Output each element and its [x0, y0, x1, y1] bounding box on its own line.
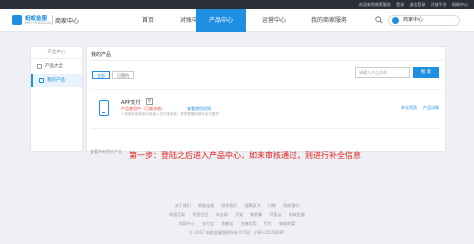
nav-operations[interactable]: 运营中心 [252, 9, 296, 32]
sidebar-item-label: 产品大全 [45, 64, 63, 69]
sidebar-item-my-products[interactable]: 我的产品 [31, 74, 82, 87]
footer-link[interactable]: 蚂蚁财富 [279, 221, 295, 226]
title-divider [87, 60, 445, 61]
footer-link[interactable]: 联系我们 [221, 203, 237, 208]
footer-row-3: 网国中心 支付宝 余额宝 芝麻信用 钉钉 蚂蚁财富 [0, 221, 474, 227]
product-row: APP支付 签 产品使用中（已被冻结） 查看使用须知 1.快速安装商家应用接入支… [91, 89, 441, 129]
footer-link[interactable]: 天猫 [235, 212, 243, 217]
signed-badge: 签 [146, 98, 153, 105]
page-title: 我的产品 [91, 52, 112, 58]
top-link-login[interactable]: 登录 [396, 2, 404, 7]
main-panel: 我的产品 全部 已签约 请输入产品名称 搜 索 APP支付 签 产品使用中（已被… [86, 46, 446, 152]
tab-all[interactable]: 全部 [92, 71, 110, 79]
footer-link[interactable]: 蚂蚁金服 [198, 203, 214, 208]
sidebar: 产品中心 产品大全 我的产品 [30, 46, 83, 152]
top-link-logout[interactable]: 退出登录 [409, 2, 425, 7]
footer-link[interactable]: 支付宝 [202, 221, 214, 226]
nav-product-center[interactable]: 产品中心 [196, 9, 246, 32]
top-link-welcome: 欢迎来到商家服务 [358, 2, 391, 7]
search-icon[interactable] [375, 16, 383, 24]
footer-row-2: 网银互联 阿里巴巴 淘宝网 天猫 聚划算 阿里云 蚂蚁金服 [0, 212, 474, 218]
nav-my-services[interactable]: 我的商家服务 [298, 9, 360, 32]
top-links: 欢迎来到商家服务 登录 退出登录 开放平台 蚂蚁中心 [355, 2, 468, 8]
product-details-link[interactable]: 产品详情 [423, 105, 439, 111]
footer-link[interactable]: 蚂蚁金服 [289, 212, 305, 217]
footer-link[interactable]: 口碑 [268, 203, 276, 208]
ant-logo-icon [12, 15, 22, 25]
logo[interactable]: 蚂蚁金服 ANT FINANCIAL 商家中心 [12, 14, 79, 27]
footer-link[interactable]: 淘宝网 [216, 212, 228, 217]
footer-link[interactable]: 网国中心 [179, 221, 195, 226]
footer-link[interactable]: 阿里巴巴 [192, 212, 208, 217]
search-button[interactable]: 搜 索 [413, 67, 439, 78]
sidebar-item-label: 我的产品 [47, 78, 65, 83]
product-name: APP支付 [121, 100, 141, 106]
header: 蚂蚁金服 ANT FINANCIAL 商家中心 首页 对账中心 产品中心 运营中… [0, 9, 474, 32]
merchant-label: 商家中心 [403, 17, 424, 23]
nav-home[interactable]: 首页 [128, 9, 168, 32]
sidebar-item-all-products[interactable]: 产品大全 [31, 60, 82, 73]
complete-qualification-link[interactable]: 补全资质 [401, 105, 417, 111]
product-description: 1.快速安装商家应用接入支付宝收款，享受便捷的移动支付服务 [121, 112, 219, 116]
view-all-link[interactable]: 查看所有签约产品 [90, 149, 122, 155]
top-utility-bar: 欢迎来到商家服务 登录 退出登录 开放平台 蚂蚁中心 [0, 0, 474, 9]
logo-center-name: 商家中心 [55, 18, 80, 25]
logo-sub: ANT FINANCIAL [25, 21, 52, 25]
footer-link[interactable]: 聚划算 [250, 212, 262, 217]
footer-link[interactable]: 芝麻信用 [241, 221, 257, 226]
footer-link[interactable]: 余额宝 [221, 221, 233, 226]
logo-divider [52, 15, 53, 25]
footer-row-1: 关于我们 蚂蚁金服 联系我们 诚聘英才 口碑 网商银行 [0, 203, 474, 209]
footer-link[interactable]: 关于我们 [175, 203, 191, 208]
grid-icon [37, 64, 42, 69]
tab-signed[interactable]: 已签约 [112, 71, 134, 79]
merchant-center-button[interactable]: 商家中心 [388, 15, 460, 26]
sidebar-title: 产品中心 [31, 47, 82, 59]
instruction-annotation: 第一步：登陆之后进入产品中心，如未审核通过，则进行补全信息 [129, 151, 361, 160]
footer-link[interactable]: 网商银行 [283, 203, 299, 208]
footer-link[interactable]: 网银互联 [169, 212, 185, 217]
footer: 关于我们 蚂蚁金服 联系我们 诚聘英才 口碑 网商银行 网银互联 阿里巴巴 淘宝… [0, 200, 474, 244]
footer-copyright: © 2017 蚂蚁金服版权所有 ICP证：沪B2-20150087 [189, 230, 285, 235]
product-search-input[interactable]: 请输入产品名称 [355, 67, 410, 78]
list-icon [39, 78, 44, 83]
footer-link[interactable]: 阿里云 [270, 212, 282, 217]
top-link-open-platform[interactable]: 开放平台 [431, 2, 447, 7]
footer-link[interactable]: 钉钉 [264, 221, 272, 226]
merchant-icon [392, 17, 399, 24]
mobile-phone-icon [99, 100, 109, 116]
footer-link[interactable]: 诚聘英才 [245, 203, 261, 208]
top-link-center[interactable]: 蚂蚁中心 [452, 2, 468, 7]
